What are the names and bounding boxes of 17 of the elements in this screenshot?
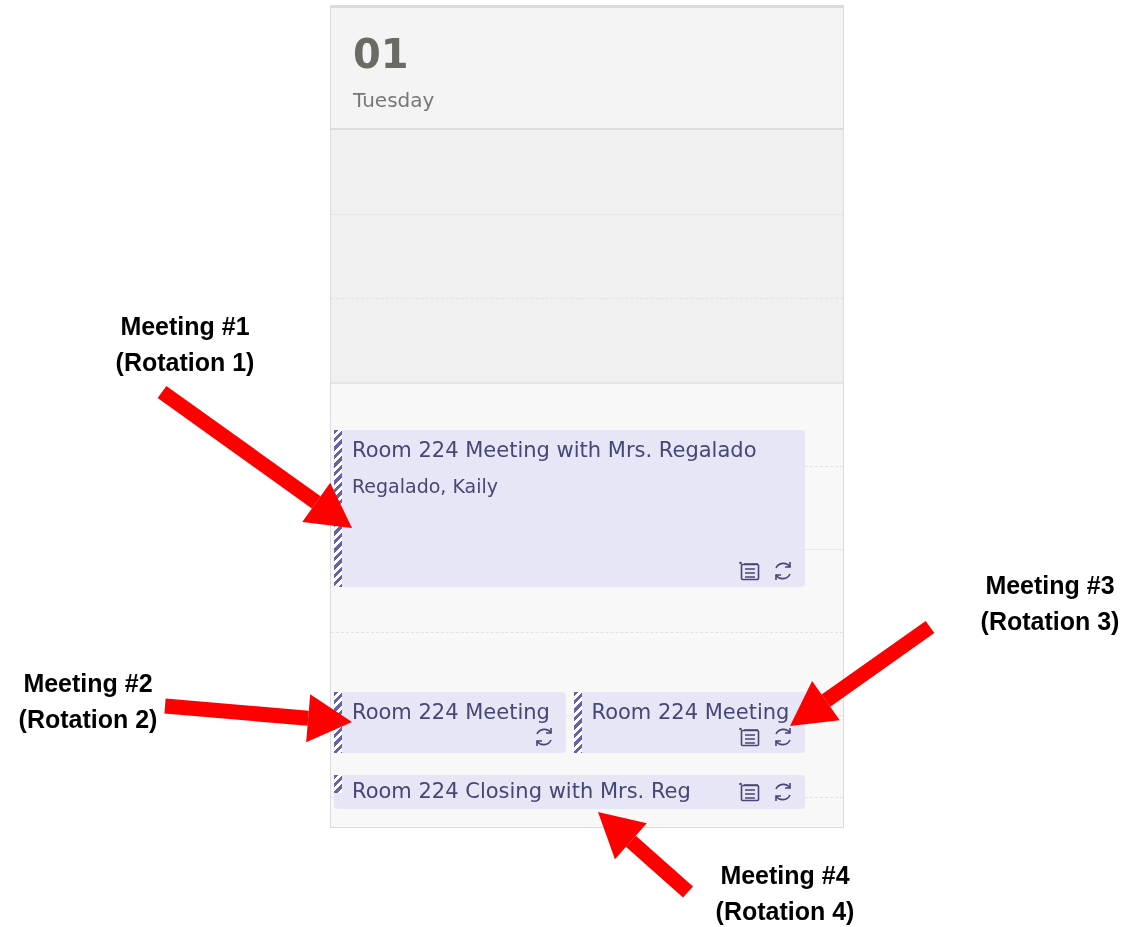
meeting-event[interactable]: Room 224 Meeting — [573, 692, 805, 753]
meeting-event[interactable]: Room 224 Closing with Mrs. Reg — [334, 775, 805, 809]
event-title: Room 224 Meeting — [352, 700, 551, 726]
callout-label: Meeting #1 (Rotation 1) — [115, 311, 255, 379]
callout-label: Meeting #4 (Rotation 4) — [715, 860, 855, 927]
event-organizer: Regalado, Kaily — [352, 475, 499, 498]
event-title: Room 224 Closing with Mrs. Reg — [352, 779, 691, 805]
callout-label: Meeting #3 (Rotation 3) — [980, 570, 1120, 638]
hatched-stripe — [573, 692, 582, 753]
day-number: 01 — [353, 34, 409, 74]
event-title: Room 224 Meeting with Mrs. Regalado — [352, 438, 758, 464]
event-title: Room 224 Meeting — [591, 700, 791, 726]
hatched-stripe — [334, 775, 342, 793]
weekday-label: Tuesday — [353, 88, 435, 112]
meeting-event[interactable]: Room 224 Meeting — [334, 692, 566, 753]
callout-label: Meeting #2 (Rotation 2) — [18, 668, 158, 736]
meeting-event[interactable]: Room 224 Meeting with Mrs. Regalado Regalado, Kaily — [334, 430, 805, 587]
